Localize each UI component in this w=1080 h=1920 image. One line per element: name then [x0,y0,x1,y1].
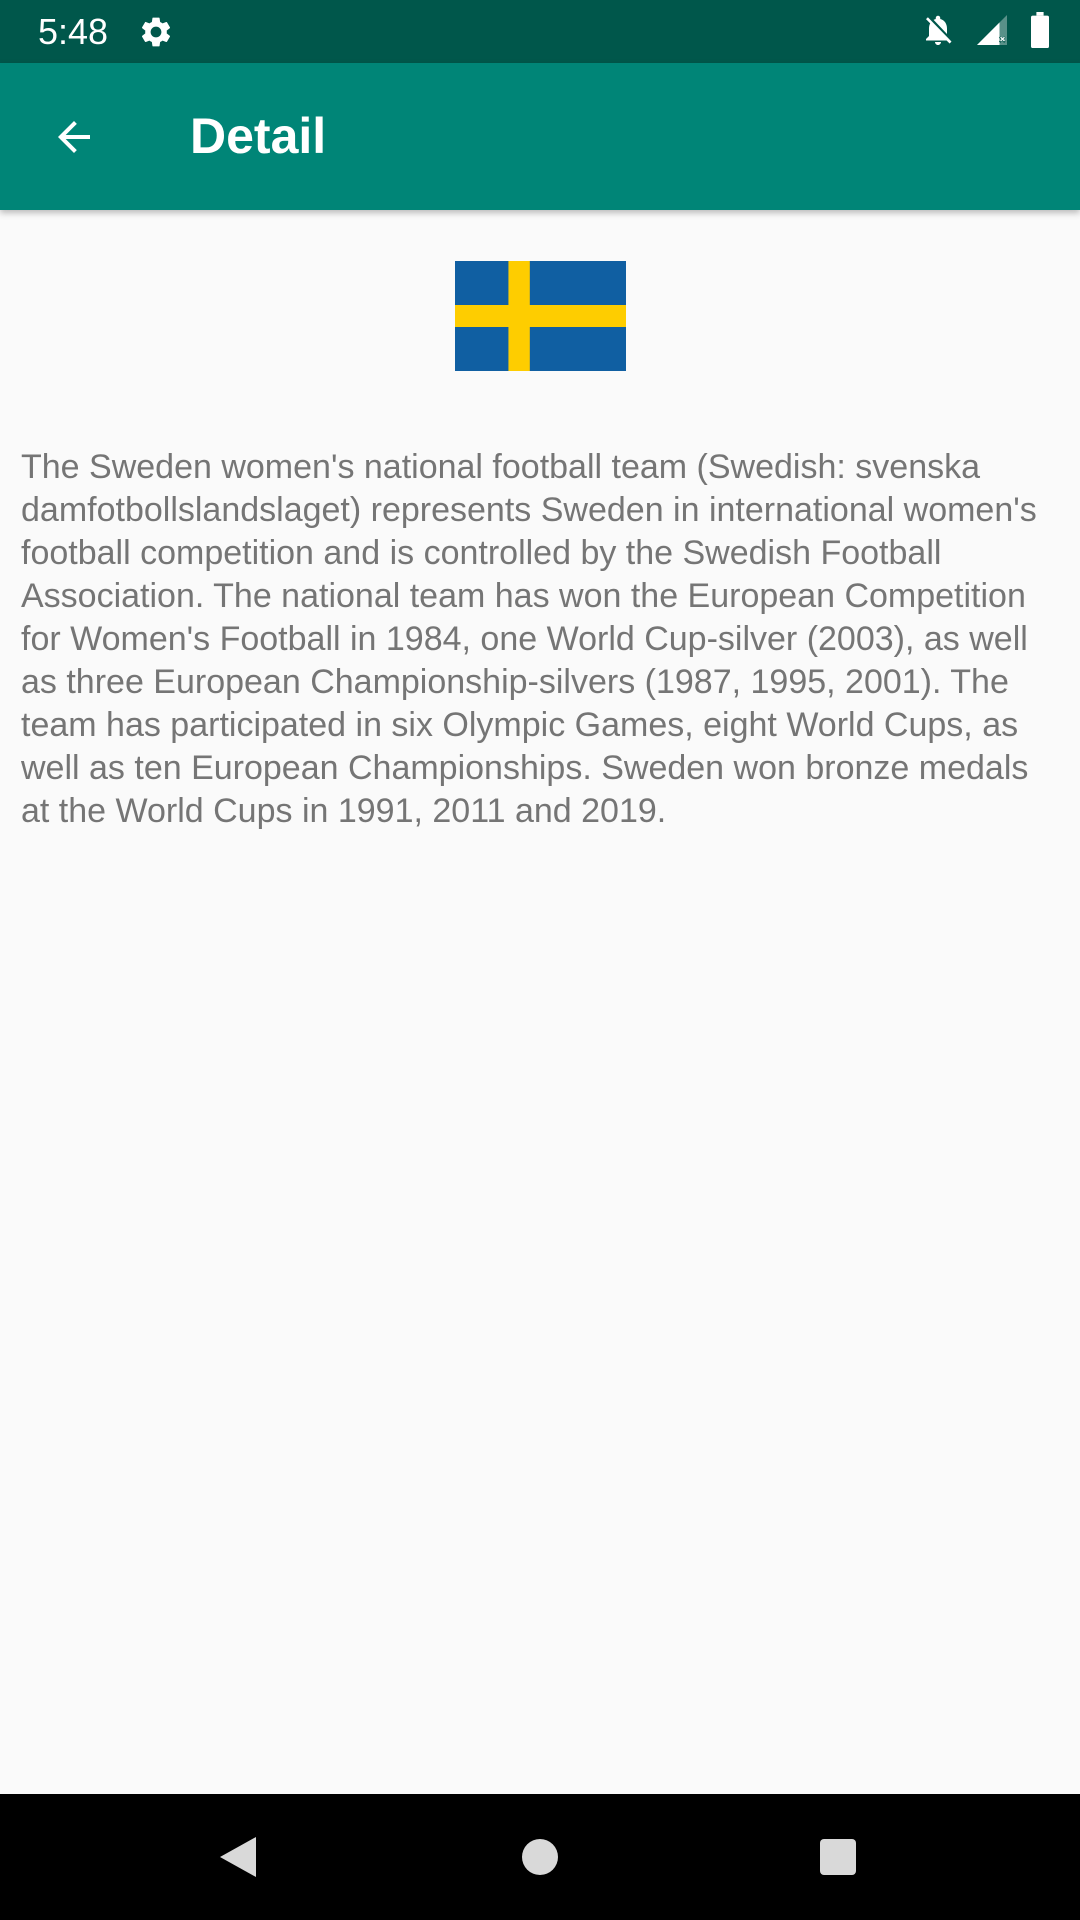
nav-back-button[interactable] [208,1827,268,1887]
sweden-flag-image [455,261,626,371]
page-title: Detail [190,108,327,164]
nav-home-button[interactable] [510,1827,570,1887]
status-bar: 5:48 [0,0,1080,63]
home-circle-icon [522,1839,558,1875]
app-bar: Detail [0,63,1080,210]
recents-square-icon [820,1839,856,1875]
arrow-back-icon [58,121,90,153]
detail-screen: 5:48 Detail The Sweden women's national … [0,0,1080,1920]
back-triangle-icon [220,1837,256,1877]
notifications-off-icon [920,12,956,53]
back-button[interactable] [38,101,110,173]
settings-icon [138,14,174,50]
signal-icon [974,12,1010,53]
nav-recents-button[interactable] [808,1827,868,1887]
battery-icon [1028,11,1052,53]
system-nav-bar [0,1794,1080,1920]
status-icons [920,11,1052,53]
team-description: The Sweden women's national football tea… [21,448,1037,830]
status-time: 5:48 [38,11,109,52]
